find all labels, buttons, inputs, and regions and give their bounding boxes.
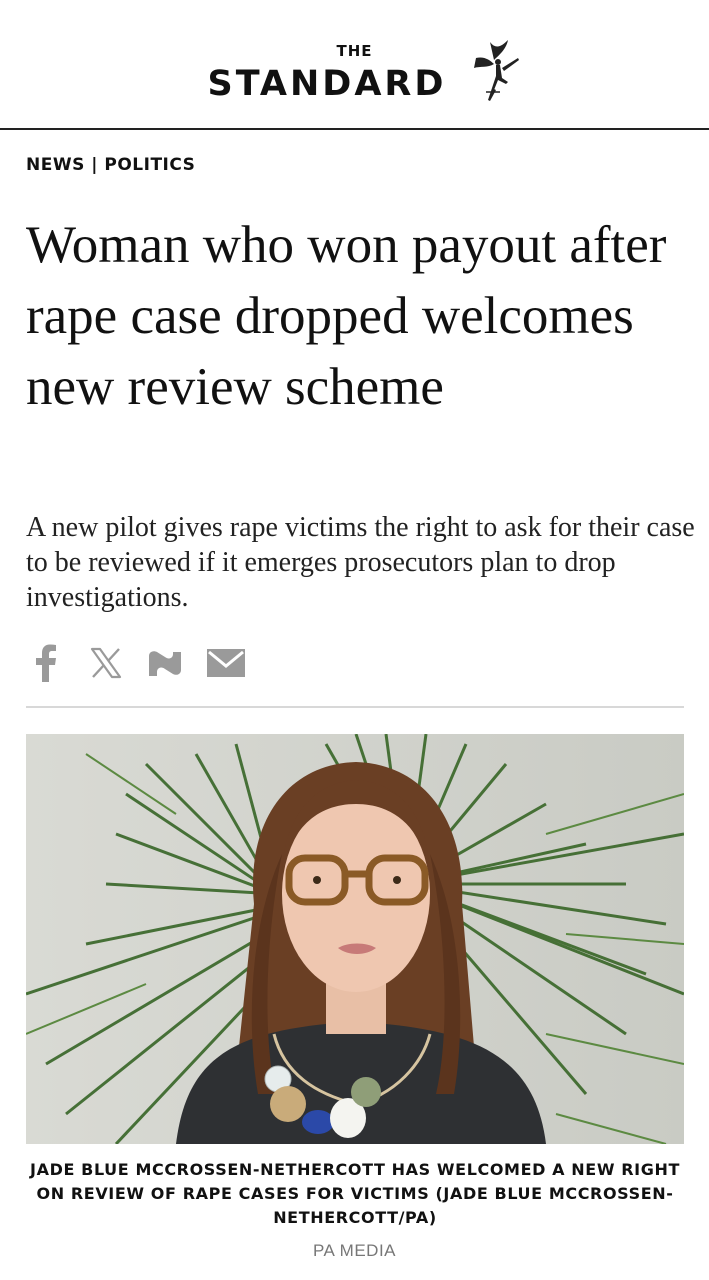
article-headline: Woman who won payout after rape case dro…: [26, 216, 667, 416]
photo-credit: PA MEDIA: [312, 1241, 397, 1260]
eros-statue-icon: [474, 40, 519, 101]
masthead: THE STANDARD: [0, 0, 709, 130]
facebook-icon: [36, 644, 56, 682]
article-standfirst: A new pilot gives rape victims the right…: [26, 512, 695, 613]
email-icon: [207, 649, 245, 677]
masthead-divider: [0, 128, 709, 130]
share-newsnow-button[interactable]: [146, 643, 186, 683]
share-facebook-button[interactable]: [26, 643, 66, 683]
article-photo-illustration: [26, 734, 684, 1144]
masthead-the: THE: [336, 42, 373, 60]
share-email-button[interactable]: [206, 643, 246, 683]
newsnow-icon: [149, 651, 181, 676]
site-logo-wordmark[interactable]: STANDARD: [0, 64, 654, 104]
share-bar: [26, 642, 246, 684]
content-divider: [26, 706, 684, 708]
photo-caption: JADE BLUE MCCROSSEN-NETHERCOTT HAS WELCO…: [30, 1160, 680, 1227]
x-icon: [90, 647, 122, 679]
section-breadcrumb[interactable]: NEWS | POLITICS: [26, 155, 195, 175]
article-photo: [26, 734, 684, 1144]
share-x-button[interactable]: [86, 643, 126, 683]
